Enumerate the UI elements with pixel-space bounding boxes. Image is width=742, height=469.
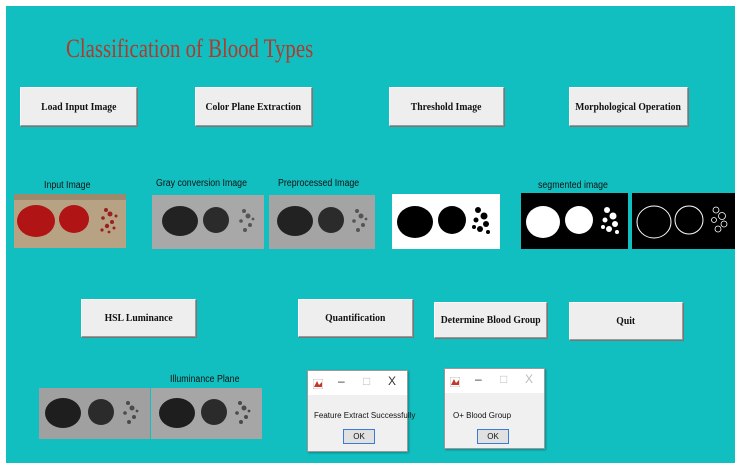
- preprocessed-image: [269, 195, 375, 249]
- dialog-message: Feature Extract Successfully: [314, 411, 416, 420]
- edge-image: [632, 193, 735, 249]
- preprocessed-label: Preprocessed Image: [278, 178, 360, 189]
- blood-group-dialog: – □ X O+ Blood Group OK: [444, 368, 545, 449]
- main-window: Classification of Blood Types Load Input…: [6, 6, 735, 463]
- quit-button[interactable]: Quit: [569, 302, 683, 340]
- gray-conversion-image: [152, 195, 264, 249]
- close-icon[interactable]: X: [525, 372, 533, 386]
- page-title: Classification of Blood Types: [66, 34, 314, 63]
- matlab-icon: [449, 374, 461, 388]
- threshold-image: [392, 194, 500, 249]
- minimize-icon[interactable]: –: [338, 374, 345, 388]
- color-plane-extraction-button[interactable]: Color Plane Extraction: [195, 87, 312, 126]
- ok-button[interactable]: OK: [477, 429, 509, 444]
- close-icon[interactable]: X: [388, 374, 396, 388]
- morphological-operation-button[interactable]: Morphological Operation: [569, 87, 688, 126]
- load-input-image-button[interactable]: Load Input Image: [20, 87, 137, 126]
- dialog-titlebar: – □ X: [445, 369, 544, 393]
- gray-conversion-label: Gray conversion Image: [156, 178, 247, 189]
- matlab-icon: [312, 376, 324, 390]
- maximize-icon[interactable]: □: [363, 374, 370, 388]
- input-image: [14, 194, 126, 248]
- hsl-luminance-image: [39, 388, 150, 439]
- hsl-luminance-button[interactable]: HSL Luminance: [81, 299, 196, 337]
- minimize-icon[interactable]: –: [475, 372, 482, 386]
- determine-blood-group-button[interactable]: Determine Blood Group: [434, 302, 547, 338]
- illuminance-plane-image: [151, 388, 262, 439]
- dialog-titlebar: – □ X: [308, 371, 407, 395]
- input-image-label: Input Image: [44, 180, 91, 191]
- maximize-icon[interactable]: □: [500, 372, 507, 386]
- segmented-image: [521, 193, 628, 249]
- threshold-image-button[interactable]: Threshold Image: [389, 87, 504, 126]
- dialog-message: O+ Blood Group: [453, 411, 512, 420]
- ok-button[interactable]: OK: [343, 429, 375, 444]
- quantification-button[interactable]: Quantification: [298, 299, 413, 337]
- feature-extract-dialog: – □ X Feature Extract Successfully OK: [307, 370, 415, 452]
- illuminance-plane-label: Illuminance Plane: [170, 374, 240, 385]
- segmented-label: segmented image: [538, 180, 608, 191]
